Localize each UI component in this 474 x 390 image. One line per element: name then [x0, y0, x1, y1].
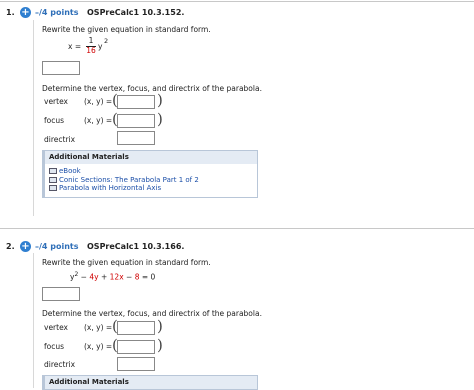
question-1-header: 1. + –/4 points OSPreCalc1 10.3.152. — [6, 6, 184, 18]
vertex-input[interactable] — [117, 321, 155, 335]
right-paren-icon: ) — [157, 91, 163, 109]
directrix-label: directrix — [44, 135, 76, 144]
directrix-label: directrix — [44, 360, 76, 369]
question-left-rule — [33, 20, 34, 216]
materials-link[interactable]: eBook — [59, 167, 81, 176]
video-icon — [49, 176, 57, 183]
vertex-label: vertex — [44, 323, 68, 332]
question-id: OSPreCalc1 10.3.152. — [87, 7, 185, 17]
focus-label: focus — [44, 342, 65, 351]
additional-materials-title: Additional Materials — [45, 376, 257, 389]
question-2-header: 2. + –/4 points OSPreCalc1 10.3.166. — [6, 240, 184, 252]
equation-exponent: 2 — [74, 271, 79, 278]
equation-term: 4y — [89, 272, 99, 282]
determine-text: Determine the vertex, focus, and directr… — [42, 309, 262, 318]
question-id: OSPreCalc1 10.3.166. — [87, 241, 185, 251]
right-paren-icon: ) — [157, 336, 163, 354]
points-label: –/4 points — [35, 241, 79, 251]
right-paren-icon: ) — [157, 317, 163, 335]
question-1: 1. + –/4 points OSPreCalc1 10.3.152. Rew… — [0, 2, 474, 224]
directrix-input[interactable] — [117, 131, 155, 145]
materials-item-video-2[interactable]: Parabola with Horizontal Axis — [49, 184, 253, 193]
vertex-label: vertex — [44, 97, 68, 106]
prompt-text: Rewrite the given equation in standard f… — [42, 258, 211, 267]
equation-term: 12x — [109, 272, 124, 282]
equation-lhs: x = — [68, 42, 82, 51]
materials-link[interactable]: Conic Sections: The Parabola Part 1 of 2 — [59, 176, 199, 185]
fraction-denominator: 16 — [86, 46, 96, 55]
materials-item-ebook[interactable]: eBook — [49, 167, 253, 176]
directrix-input[interactable] — [117, 357, 155, 371]
equation-rhs: y — [98, 42, 103, 51]
vertex-xy-label: (x, y) = — [84, 97, 113, 106]
standard-form-input[interactable] — [42, 61, 80, 75]
additional-materials-title: Additional Materials — [45, 151, 257, 164]
equation-equals: = 0 — [141, 272, 156, 282]
focus-input[interactable] — [117, 340, 155, 354]
focus-xy-label: (x, y) = — [84, 116, 113, 125]
question-divider — [0, 228, 474, 229]
points-label: –/4 points — [35, 7, 79, 17]
vertex-xy-label: (x, y) = — [84, 323, 113, 332]
equation-term: 8 — [134, 272, 140, 282]
given-equation: y2 − 4y + 12x − 8 = 0 — [70, 271, 155, 282]
equation-exponent: 2 — [104, 37, 109, 45]
right-paren-icon: ) — [157, 110, 163, 128]
question-2: 2. + –/4 points OSPreCalc1 10.3.166. Rew… — [0, 233, 474, 390]
focus-xy-label: (x, y) = — [84, 342, 113, 351]
question-number: 2. — [6, 241, 15, 251]
additional-materials-panel: Additional Materials eBook Conic Section… — [42, 150, 258, 198]
expand-plus-icon[interactable]: + — [20, 6, 31, 18]
focus-input[interactable] — [117, 114, 155, 128]
equation-operator: − — [80, 272, 87, 282]
standard-form-input[interactable] — [42, 287, 80, 301]
materials-list: eBook Conic Sections: The Parabola Part … — [45, 164, 257, 197]
equation-operator: − — [126, 272, 133, 282]
expand-plus-icon[interactable]: + — [20, 240, 31, 252]
vertex-input[interactable] — [117, 95, 155, 109]
equation-operator: + — [100, 272, 108, 282]
prompt-text: Rewrite the given equation in standard f… — [42, 25, 211, 34]
video-icon — [49, 185, 57, 192]
question-left-rule — [33, 253, 34, 388]
fraction-numerator: 1 — [88, 36, 94, 45]
book-icon — [49, 168, 57, 175]
determine-text: Determine the vertex, focus, and directr… — [42, 84, 262, 93]
focus-label: focus — [44, 116, 65, 125]
materials-item-video-1[interactable]: Conic Sections: The Parabola Part 1 of 2 — [49, 176, 253, 185]
materials-link[interactable]: Parabola with Horizontal Axis — [59, 184, 161, 193]
question-number: 1. — [6, 7, 15, 17]
